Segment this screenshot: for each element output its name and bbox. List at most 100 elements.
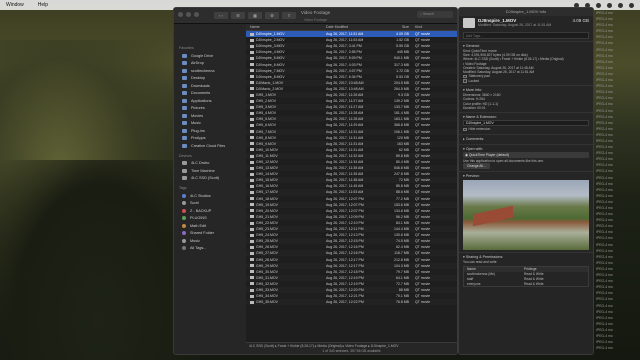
file-kind: QT movie [415, 172, 431, 177]
sidebar-item-label: ProApps [191, 136, 206, 141]
sidebar-item[interactable]: Downloads [174, 82, 246, 90]
sidebar-item[interactable]: Google Drive [174, 52, 246, 60]
file-name: GH5_18.MOV [256, 196, 278, 201]
file-name-cell: GH5_18.MOV [246, 197, 326, 201]
sidebar-item[interactable]: Documents [174, 90, 246, 98]
sidebar-item-label: Pictures [191, 106, 205, 111]
sidebar-item[interactable]: scottmckenna [174, 67, 246, 75]
file-date: Aug 26, 2017, 11:28 AM [326, 117, 364, 122]
file-name-cell: GH5_9.MOV [246, 142, 326, 146]
file-kind: QT movie [415, 190, 431, 195]
preview-header[interactable]: ▾ Preview: [463, 174, 589, 178]
column-name[interactable]: Name [246, 25, 326, 29]
movie-file-icon [250, 221, 254, 225]
sharing-note: You can read and write [463, 259, 497, 264]
sidebar-item[interactable]: Pictures [174, 105, 246, 113]
file-name: GH5_31.MOV [256, 275, 278, 280]
sidebar-device[interactable]: 4LC SSD (Scott) [174, 175, 246, 183]
column-date-modified[interactable]: Date Modified [326, 25, 390, 29]
sidebar-tag[interactable]: Shared Folder [174, 230, 246, 238]
file-name: DJIInspire_3.MOV [256, 44, 285, 49]
sidebar-item-label: scottmckenna [191, 68, 215, 73]
file-name: GH5_4.MOV [256, 111, 277, 116]
file-date: Aug 26, 2017, 12:17 PM [326, 263, 364, 268]
sidebar-tag[interactable]: Math Edit [174, 222, 246, 230]
folder-icon [182, 128, 187, 133]
sidebar-device[interactable]: Time Machine [174, 167, 246, 175]
file-name-cell: GH5_20.MOV [246, 209, 326, 213]
checkbox-icon [463, 127, 467, 132]
column-size[interactable]: Size [390, 25, 412, 29]
hide-extension-checkbox[interactable]: Hide extension [463, 127, 589, 132]
file-name: GH5_28.MOV [256, 257, 278, 262]
permission-row[interactable]: everyone Read & Write [464, 281, 588, 286]
status-icon[interactable] [618, 2, 623, 8]
file-kind: QT movie [415, 38, 431, 43]
movie-file-icon [250, 252, 254, 255]
window-subtitle: Video Footage [304, 18, 327, 22]
file-name-cell: GH5_29.MOV [246, 264, 326, 268]
sidebar-item[interactable]: Plug-ins [174, 127, 246, 135]
sidebar-tag[interactable]: All Tags... [174, 245, 246, 253]
table-row[interactable]: GH5_35.MOV Aug 26, 2017, 12:22 PM 76.8 MB Q… [246, 299, 457, 306]
locked-checkbox[interactable]: Locked [463, 79, 589, 84]
tags-field[interactable]: Add Tags... [463, 32, 589, 39]
more-info-header[interactable]: ▾ More Info: [463, 88, 589, 92]
file-name-cell: GH5_4.MOV [246, 111, 326, 115]
open-with-header-text: Open with: [465, 146, 483, 151]
open-with-app: QuickTime Player (default) [468, 152, 509, 157]
finder-window: ‹ › ☰ ▦ ⚙ ⇪ Video Footage Video Footage … [173, 7, 458, 355]
file-date: Aug 26, 2017, 11:53 AM [326, 38, 364, 43]
menu-help[interactable]: Help [38, 0, 48, 10]
sidebar-item[interactable]: Desktop [174, 75, 246, 83]
name-extension-header[interactable]: ▾ Name & Extension: [463, 115, 589, 119]
sidebar-tag[interactable]: Scott [174, 200, 246, 208]
open-with-header[interactable]: ▾ Open with: [463, 147, 589, 151]
status-icon[interactable] [629, 2, 634, 8]
sidebar-tag[interactable]: Music [174, 237, 246, 245]
file-name: GH5_30.MOV [256, 269, 278, 274]
menu-window[interactable]: Window [6, 0, 24, 10]
file-size: 247.8 MB [394, 172, 409, 177]
status-icon[interactable] [607, 2, 612, 8]
sidebar-tag[interactable]: PLUGINS [174, 215, 246, 223]
search-field[interactable]: ⌕ Search [417, 11, 453, 18]
sidebar-item[interactable]: Music [174, 120, 246, 128]
file-size: 163 MB [396, 141, 409, 146]
open-with-select[interactable]: ◉ QuickTime Player (default) [463, 151, 589, 158]
permission-row[interactable]: scottmckenna (Me) Read & Write [464, 272, 588, 277]
file-date: Aug 26, 2017, 3:41 PM [326, 44, 362, 49]
file-name-cell: GH5_2.MOV [246, 99, 326, 103]
sidebar-tag[interactable]: Z - BACKUP [174, 207, 246, 215]
file-name-cell: GH5_19.MOV [246, 203, 326, 207]
sidebar-item[interactable]: Movies [174, 112, 246, 120]
file-name: GH5_2.MOV [256, 99, 277, 104]
file-name-cell: GH5_23.MOV [246, 227, 326, 231]
comments-header[interactable]: ▸ Comments: [463, 137, 589, 141]
file-name: GH5_11.MOV [256, 153, 278, 158]
sidebar-tag-label: Music [190, 238, 200, 243]
permission-row[interactable]: staff Read & Write [464, 277, 588, 282]
file-name-cell: GH5_28.MOV [246, 258, 326, 262]
general-header[interactable]: ▾ General: [463, 44, 589, 48]
general-section: ▾ General: Kind: QuickTime movie Size: 4,… [459, 41, 593, 85]
sidebar-item[interactable]: Creative Cloud Files [174, 142, 246, 150]
file-size: 445 MB [396, 50, 409, 55]
sidebar-item[interactable]: AirDrop [174, 60, 246, 68]
sharing-header[interactable]: ▾ Sharing & Permissions: [463, 255, 589, 259]
column-kind[interactable]: Kind [412, 25, 452, 29]
status-icon[interactable] [596, 2, 601, 8]
sidebar-tag[interactable]: 4LC Studios [174, 192, 246, 200]
file-size: 204.5 MB [394, 80, 409, 85]
sidebar-item[interactable]: Applications [174, 97, 246, 105]
file-name: GH5_9.MOV [256, 141, 277, 146]
change-all-button[interactable]: Change All... [463, 162, 490, 169]
sidebar-item[interactable]: ProApps [174, 135, 246, 143]
sidebar-device[interactable]: 4LC Drobo [174, 160, 246, 168]
file-name-cell: GH5_5.MOV [246, 117, 326, 121]
movie-file-icon [250, 111, 254, 115]
info-window: DJIInspire_1.MOV Info DJIInspire_1.MOV M… [458, 7, 594, 355]
sidebar-tag-label: Scott [190, 201, 199, 206]
file-name: DJIInspire_1.MOV [256, 32, 285, 37]
name-field[interactable]: DJIInspire_1.MOV [463, 120, 589, 127]
